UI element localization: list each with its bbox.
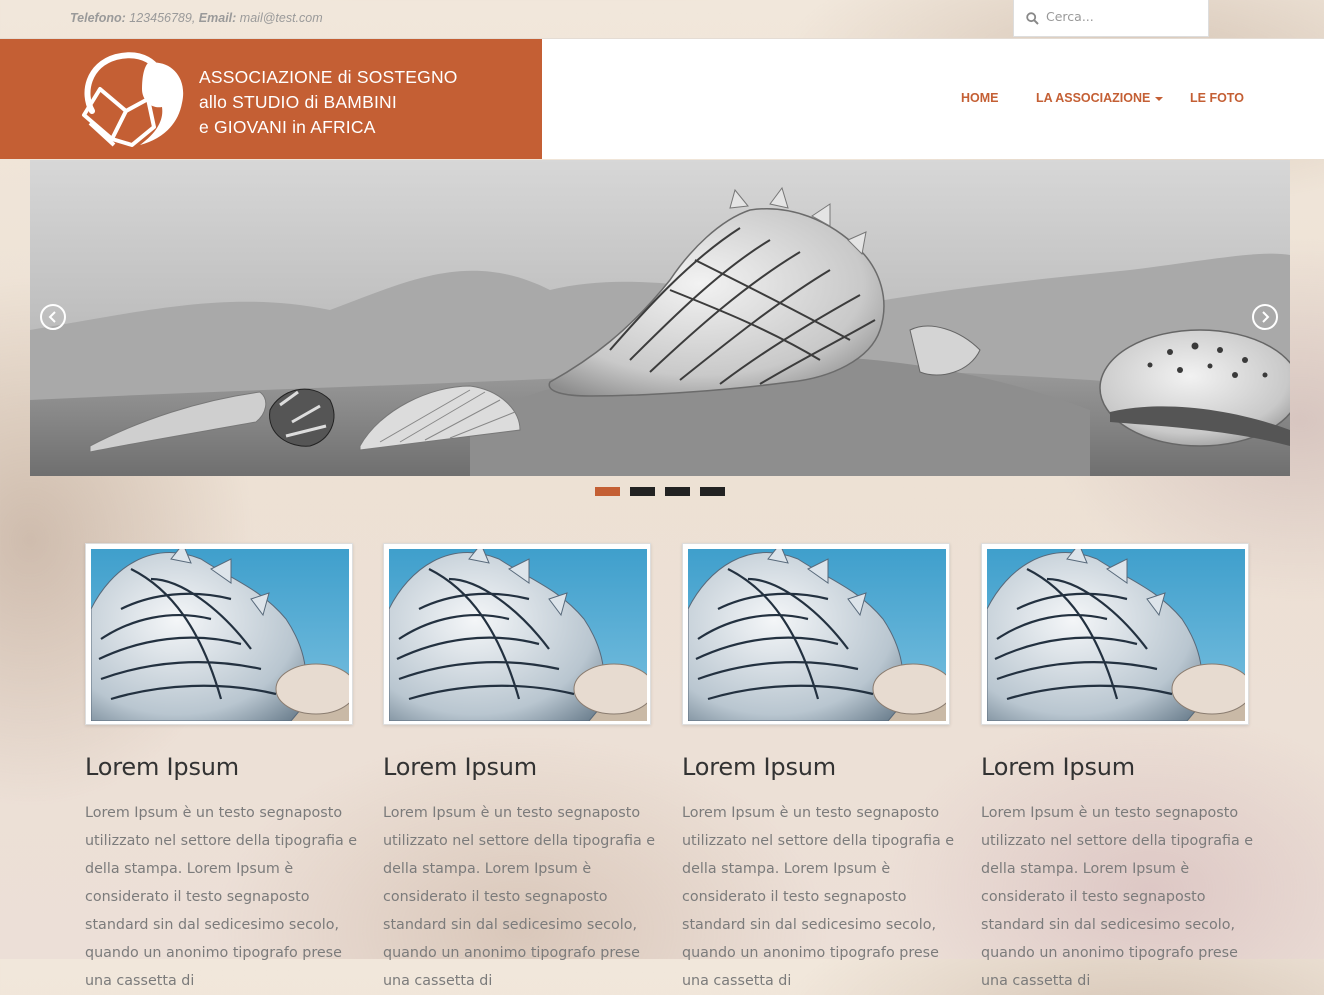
feature-card-1: Lorem Ipsum Lorem Ipsum è un testo segna… <box>85 543 357 995</box>
card-title[interactable]: Lorem Ipsum <box>981 753 1251 781</box>
nav-item-la-associazione[interactable]: LA ASSOCIAZIONE <box>1036 91 1164 105</box>
card-image[interactable] <box>383 543 651 725</box>
logo-line-1: ASSOCIAZIONE di SOSTEGNO <box>199 67 458 87</box>
feature-card-2: Lorem Ipsum Lorem Ipsum è un testo segna… <box>383 543 655 995</box>
search-icon <box>1026 12 1039 25</box>
slide-image-seashells <box>30 160 1290 476</box>
feature-card-3: Lorem Ipsum Lorem Ipsum è un testo segna… <box>682 543 954 995</box>
card-text: Lorem Ipsum è un testo segnaposto utiliz… <box>981 805 1254 989</box>
shell-photo <box>389 549 647 721</box>
shell-photo <box>91 549 349 721</box>
card-text: Lorem Ipsum è un testo segnaposto utiliz… <box>85 805 358 989</box>
hero-slider[interactable] <box>30 160 1290 476</box>
logo-text: ASSOCIAZIONE di SOSTEGNO allo STUDIO di … <box>199 65 458 140</box>
shell-photo <box>688 549 946 721</box>
card-image[interactable] <box>85 543 353 725</box>
book-head-logo-icon <box>82 52 184 147</box>
search-box[interactable] <box>1013 0 1209 37</box>
caret-down-icon <box>1155 96 1164 101</box>
phone-value: 123456789, <box>129 11 196 25</box>
feature-card-4: Lorem Ipsum Lorem Ipsum è un testo segna… <box>981 543 1253 995</box>
contact-info: Telefono: 123456789, Email: mail@test.co… <box>70 11 323 25</box>
site-header: ASSOCIAZIONE di SOSTEGNO allo STUDIO di … <box>0 38 1324 159</box>
slider-pagination <box>0 487 1324 497</box>
top-bar: Telefono: 123456789, Email: mail@test.co… <box>0 0 1324 38</box>
card-image[interactable] <box>682 543 950 725</box>
chevron-right-icon <box>1262 311 1270 323</box>
nav-label: LA ASSOCIAZIONE <box>1036 91 1151 105</box>
email-value[interactable]: mail@test.com <box>240 11 323 25</box>
logo-line-2: allo STUDIO di BAMBINI <box>199 92 397 112</box>
slider-next-button[interactable] <box>1252 304 1278 330</box>
slider-dot-1[interactable] <box>595 487 620 496</box>
phone-label: Telefono: <box>70 11 126 25</box>
slider-prev-button[interactable] <box>40 304 66 330</box>
card-image[interactable] <box>981 543 1249 725</box>
nav-item-home[interactable]: HOME <box>961 91 999 105</box>
card-text: Lorem Ipsum è un testo segnaposto utiliz… <box>682 805 955 989</box>
email-label: Email: <box>198 11 237 25</box>
nav-label: HOME <box>961 91 999 105</box>
chevron-left-icon <box>48 311 56 323</box>
card-title[interactable]: Lorem Ipsum <box>383 753 653 781</box>
search-input[interactable] <box>1046 9 1196 24</box>
card-text: Lorem Ipsum è un testo segnaposto utiliz… <box>383 805 656 989</box>
slider-dot-4[interactable] <box>700 487 725 496</box>
shell-photo <box>987 549 1245 721</box>
nav-item-le-foto[interactable]: LE FOTO <box>1190 91 1244 105</box>
logo-line-3: e GIOVANI in AFRICA <box>199 117 376 137</box>
slider-dot-3[interactable] <box>665 487 690 496</box>
card-title[interactable]: Lorem Ipsum <box>85 753 355 781</box>
slider-dot-2[interactable] <box>630 487 655 496</box>
card-title[interactable]: Lorem Ipsum <box>682 753 952 781</box>
site-logo[interactable]: ASSOCIAZIONE di SOSTEGNO allo STUDIO di … <box>0 39 542 159</box>
nav-label: LE FOTO <box>1190 91 1244 105</box>
